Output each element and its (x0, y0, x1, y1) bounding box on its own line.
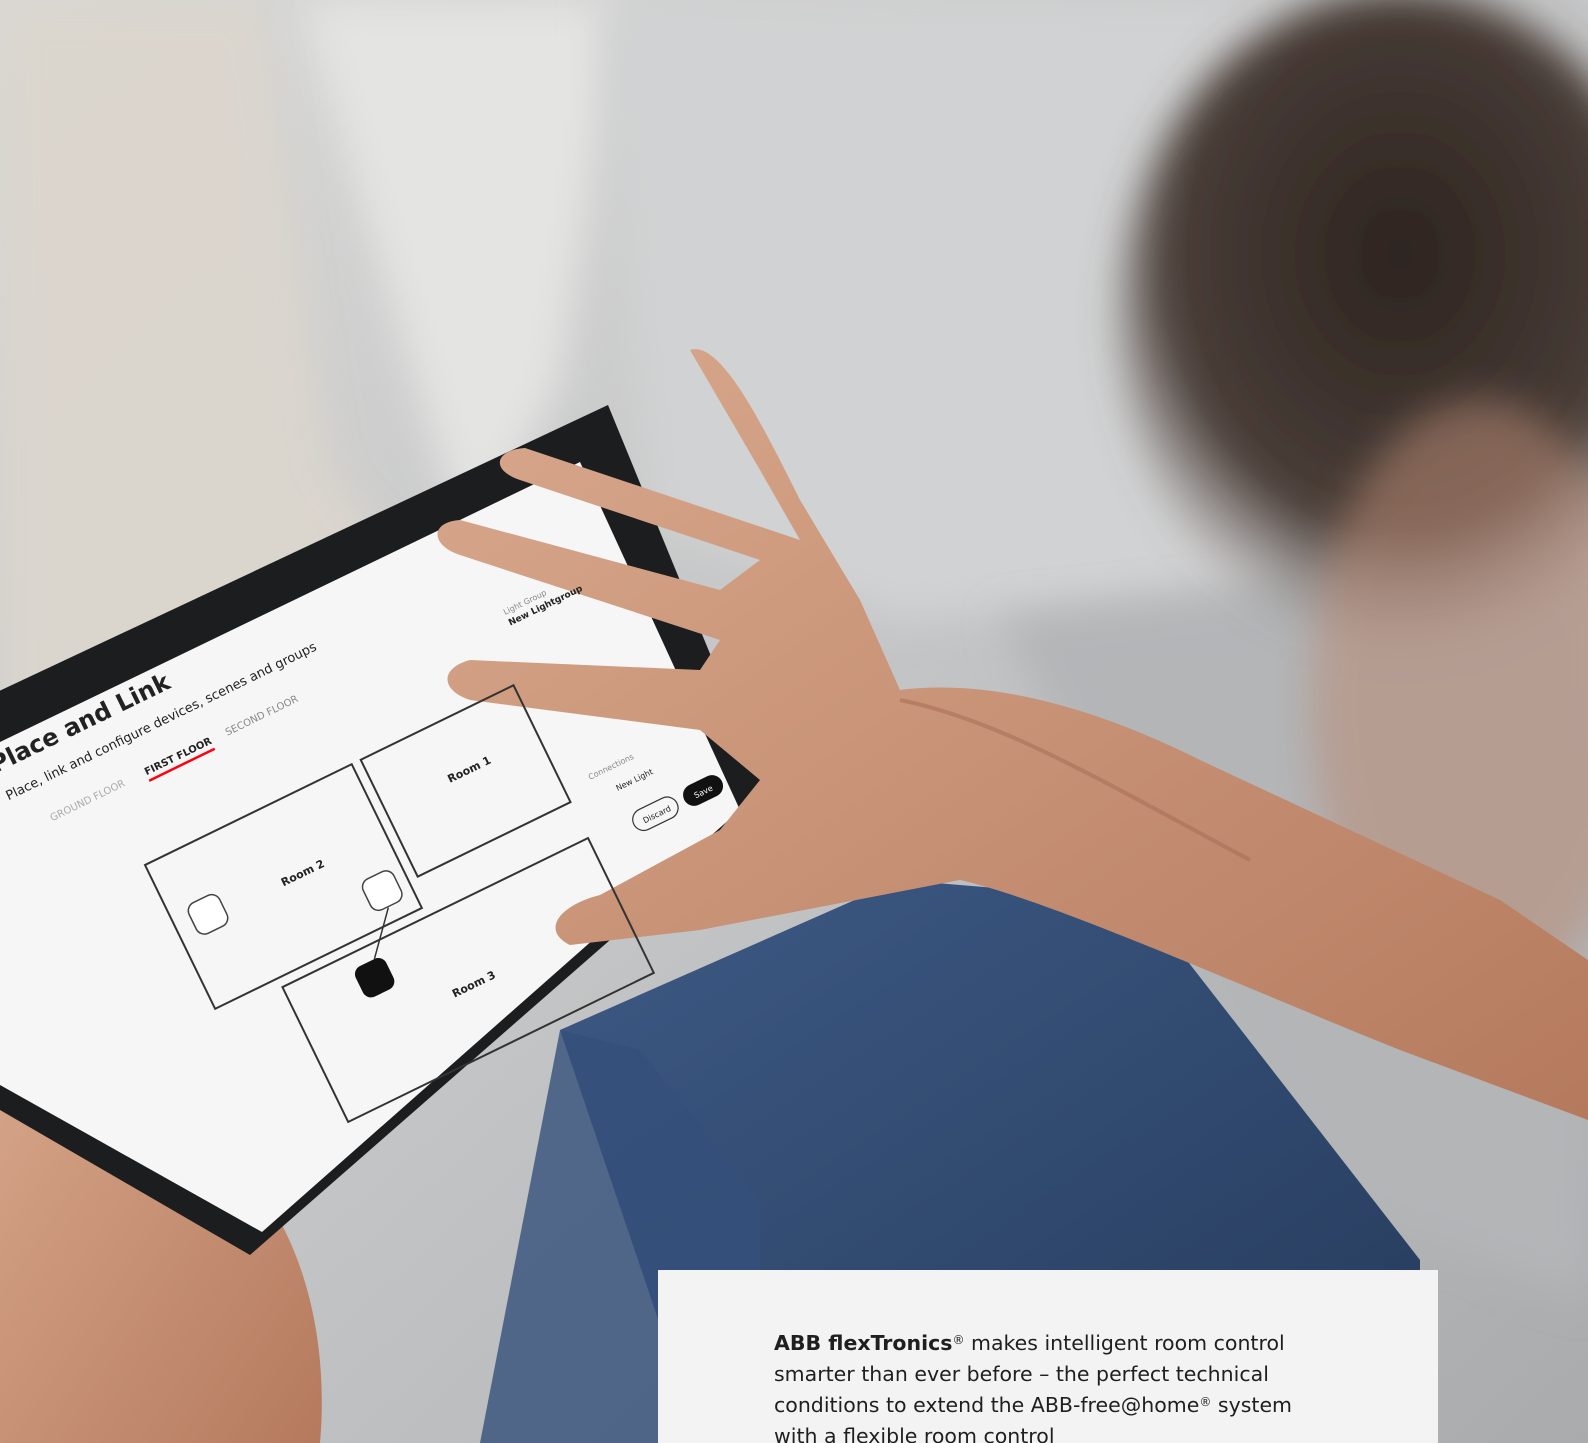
tab-ground-floor[interactable]: GROUND FLOOR (49, 778, 127, 824)
caption-trademark: ® (1199, 1395, 1212, 1409)
brand-name: ABB flexTronics (774, 1331, 953, 1355)
tab-first-floor[interactable]: FIRST FLOOR (143, 736, 214, 778)
room-2-label: Room 2 (279, 857, 327, 889)
light-device-selected-icon[interactable] (352, 955, 397, 1000)
caption-text: ABB flexTronics® makes intelligent room … (774, 1328, 1294, 1443)
caption-panel: ABB flexTronics® makes intelligent room … (658, 1270, 1438, 1443)
tab-second-floor[interactable]: SECOND FLOOR (224, 694, 300, 739)
connection-item[interactable]: New Light (615, 767, 655, 793)
discard-button-label: Discard (642, 804, 673, 825)
caption-body-2: home (1141, 1393, 1200, 1417)
tablet-ui: Place and Link Place, link and configure… (0, 584, 724, 1124)
room-1-label: Room 1 (446, 754, 494, 786)
device-link-line (373, 907, 390, 960)
light-device-icon[interactable] (359, 868, 404, 913)
room-3-label: Room 3 (450, 968, 498, 1000)
brand-trademark: ® (952, 1333, 965, 1347)
light-device-icon[interactable] (185, 892, 230, 937)
